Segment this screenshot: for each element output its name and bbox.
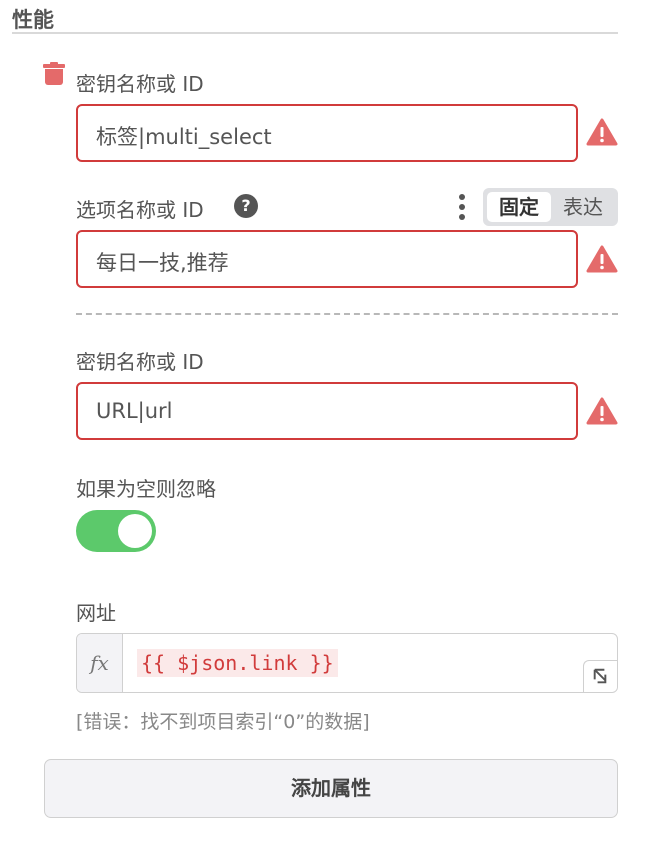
expand-icon[interactable] xyxy=(583,660,617,692)
warning-icon xyxy=(586,245,618,273)
expression-code: {{ $json.link }} xyxy=(137,649,338,677)
section-title: 性能 xyxy=(12,8,54,32)
option-input[interactable]: 每日一技,推荐 xyxy=(76,230,578,288)
fx-icon: fx xyxy=(77,634,123,692)
key-input-value: 标签|multi_select xyxy=(96,125,272,149)
key-label: 密钥名称或 ID xyxy=(76,72,204,96)
key-input[interactable]: URL|url xyxy=(76,382,578,440)
toggle-knob xyxy=(118,514,152,548)
question-circle-icon[interactable]: ? xyxy=(234,194,258,218)
tab-expression[interactable]: 表达 xyxy=(551,192,615,222)
option-label: 选项名称或 ID xyxy=(76,198,204,222)
warning-icon xyxy=(586,118,618,146)
fixed-expression-toggle[interactable]: 固定 表达 xyxy=(483,188,618,226)
tab-fixed[interactable]: 固定 xyxy=(487,192,551,222)
property-divider xyxy=(76,313,618,315)
key-input-value: URL|url xyxy=(96,399,173,423)
add-property-button[interactable]: 添加属性 xyxy=(44,759,618,818)
ignore-if-empty-toggle[interactable] xyxy=(76,510,156,552)
key-label: 密钥名称或 ID xyxy=(76,350,204,374)
option-input-value: 每日一技,推荐 xyxy=(96,251,229,275)
ignore-if-empty-label: 如果为空则忽略 xyxy=(76,477,216,501)
error-message: [错误：找不到项目索引“0”的数据] xyxy=(76,711,370,733)
section-divider xyxy=(12,32,618,34)
warning-icon xyxy=(586,397,618,425)
trash-icon[interactable] xyxy=(43,62,65,86)
key-input[interactable]: 标签|multi_select xyxy=(76,104,578,162)
url-expression-field[interactable]: fx {{ $json.link }} xyxy=(76,633,618,693)
kebab-menu-icon[interactable] xyxy=(458,194,466,220)
url-label: 网址 xyxy=(76,601,116,625)
